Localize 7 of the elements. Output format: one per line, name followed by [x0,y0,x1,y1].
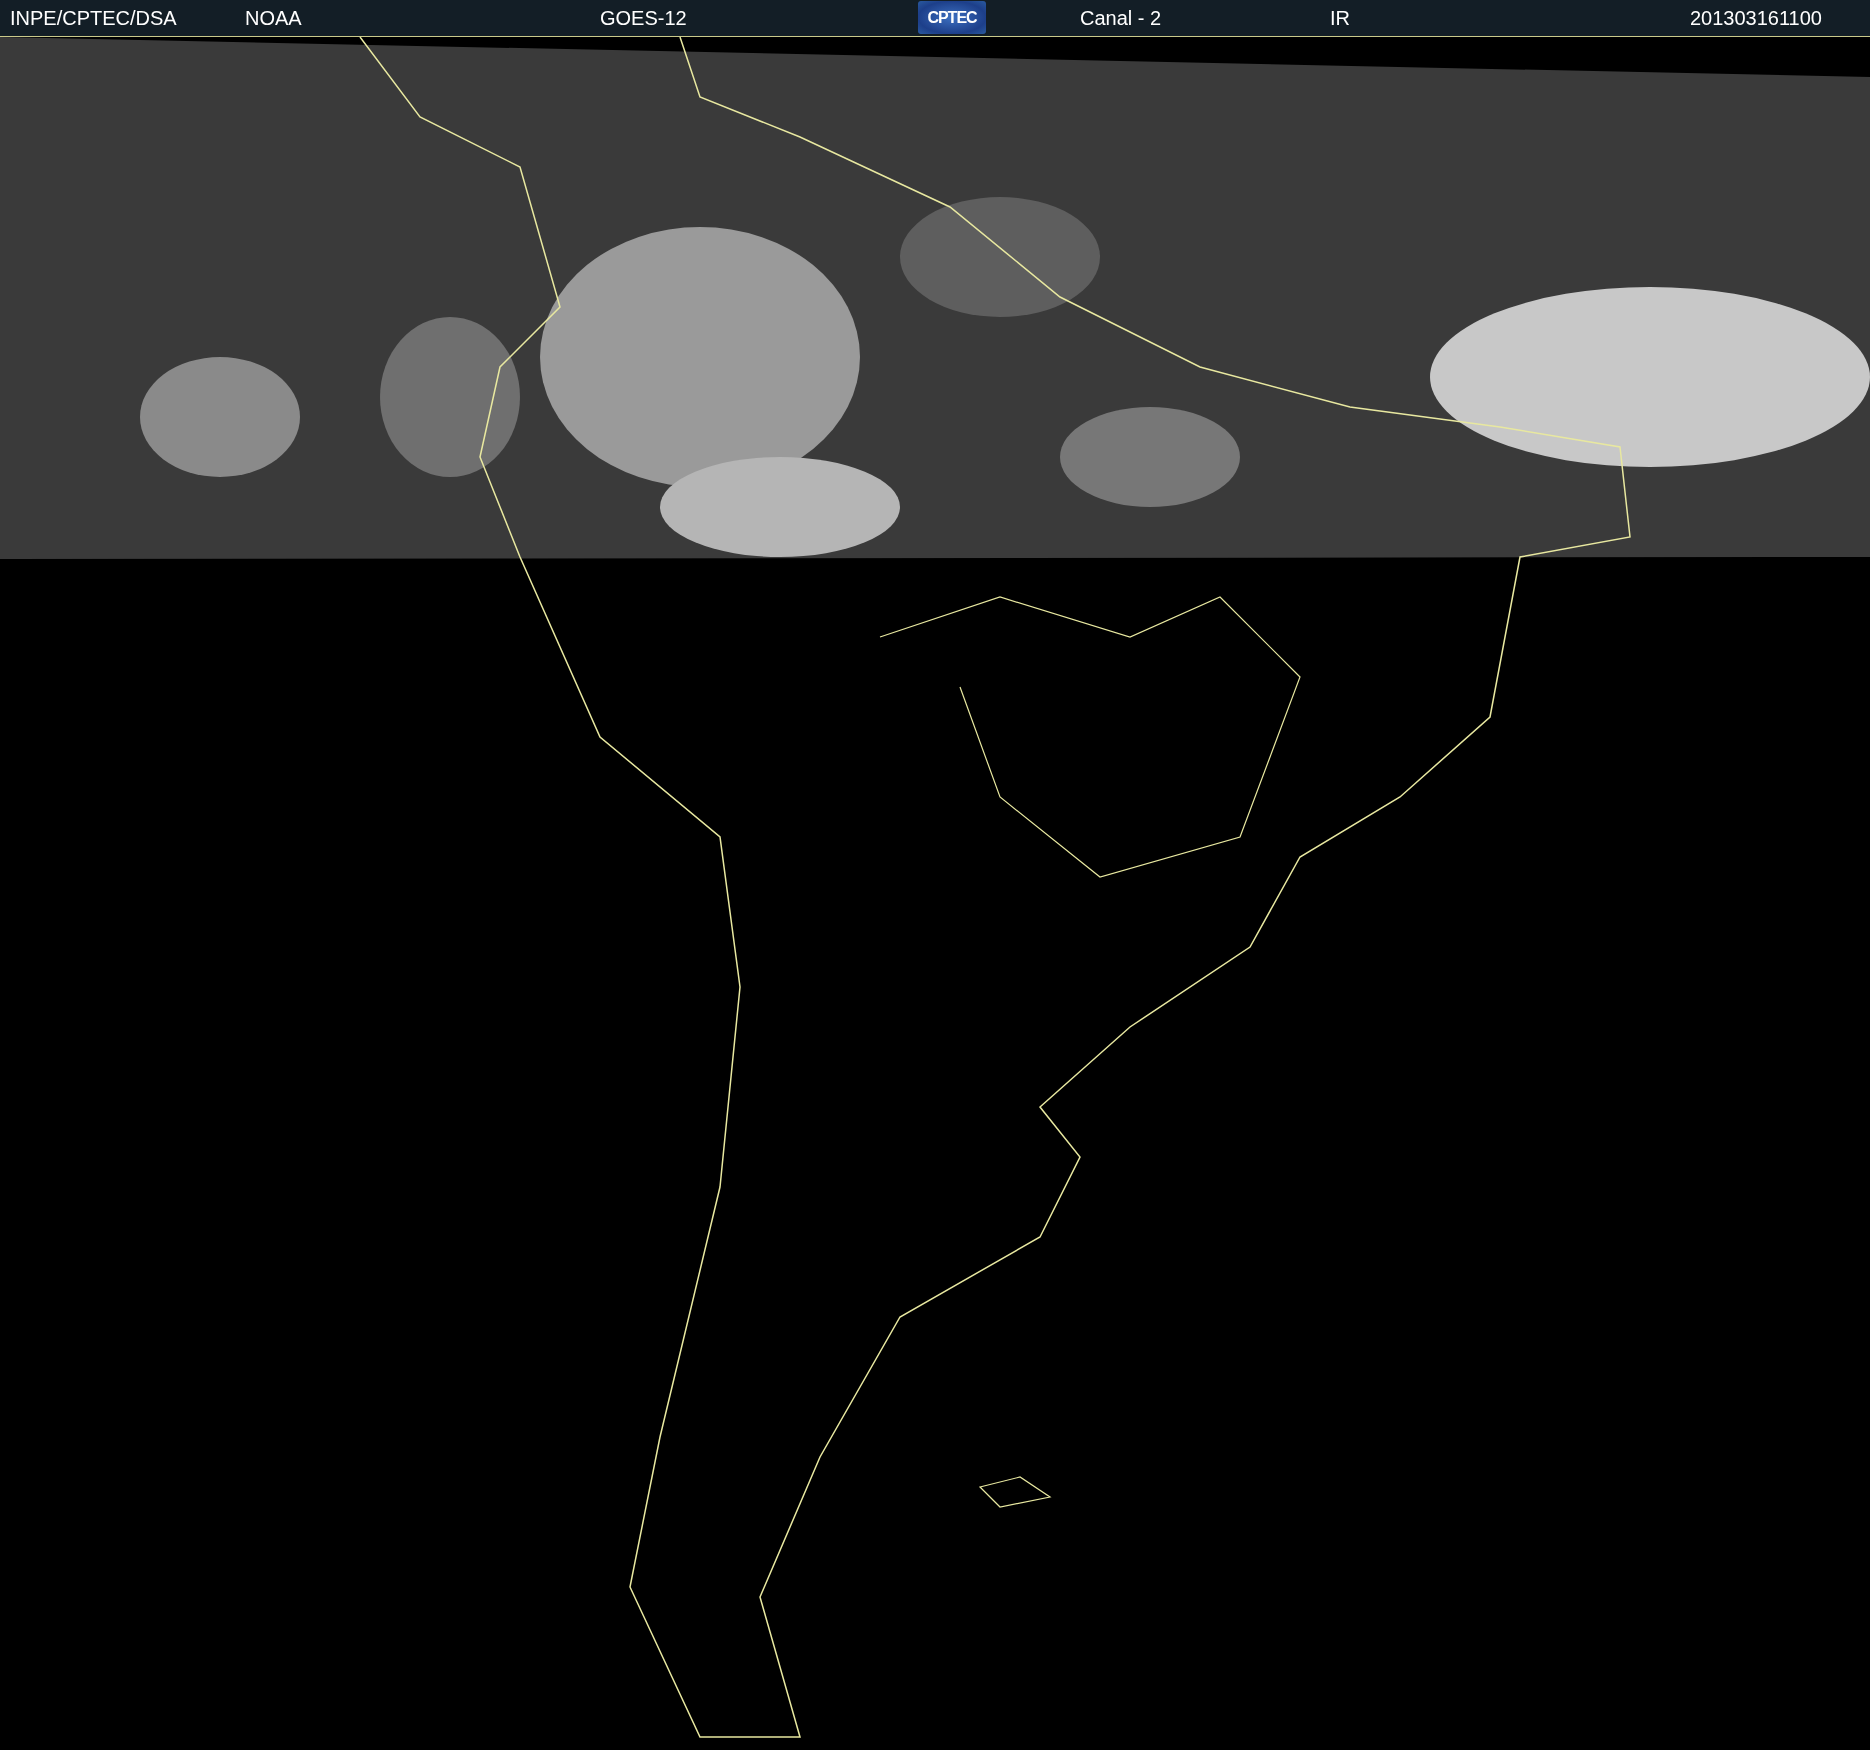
header-label: Canal - 2 [1080,7,1162,30]
header-label: INPE/CPTEC/DSA [10,7,177,30]
header-label: GOES-12 [600,7,687,30]
header-label: NOAA [245,7,302,30]
header-label: 201303161100 [1690,7,1822,30]
header-label: IR [1330,7,1350,30]
logo: CPTEC [918,1,986,34]
